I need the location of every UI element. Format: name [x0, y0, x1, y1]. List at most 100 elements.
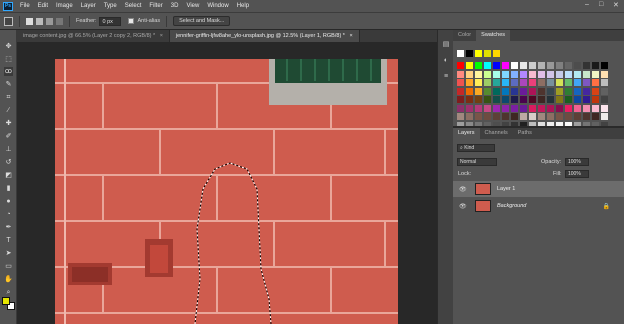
swatch[interactable] [493, 96, 500, 103]
tab-channels[interactable]: Channels [480, 128, 513, 139]
swatch[interactable] [556, 113, 563, 120]
swatch[interactable] [529, 62, 536, 69]
swatch[interactable] [475, 50, 482, 57]
swatch[interactable] [601, 104, 608, 112]
swatch[interactable] [538, 87, 545, 95]
swatch[interactable] [520, 104, 527, 112]
swatch[interactable] [574, 96, 581, 103]
antialias-checkbox[interactable] [128, 18, 135, 24]
swatch[interactable] [457, 104, 464, 112]
swatch[interactable] [583, 79, 590, 86]
swatch[interactable] [565, 96, 572, 103]
swatch[interactable] [484, 79, 491, 86]
swatch[interactable] [511, 113, 518, 120]
swatch[interactable] [475, 79, 482, 86]
swatch[interactable] [547, 96, 554, 103]
swatch[interactable] [556, 104, 563, 112]
swatch[interactable] [574, 70, 581, 78]
swatch[interactable] [475, 87, 482, 95]
swatch[interactable] [493, 113, 500, 120]
swatch[interactable] [475, 96, 482, 103]
swatch[interactable] [457, 50, 464, 57]
swatch[interactable] [592, 113, 599, 120]
swatch[interactable] [592, 70, 599, 78]
swatch[interactable] [502, 113, 509, 120]
swatch[interactable] [502, 96, 509, 103]
swatch[interactable] [475, 113, 482, 120]
swatch[interactable] [457, 79, 464, 86]
feather-input[interactable]: 0 px [99, 16, 122, 26]
menu-3d[interactable]: 3D [167, 3, 183, 9]
swatch[interactable] [556, 62, 563, 69]
swatch[interactable] [511, 96, 518, 103]
swatch[interactable] [493, 50, 500, 57]
swatch[interactable] [538, 70, 545, 78]
swatch[interactable] [538, 79, 545, 86]
swatch[interactable] [484, 104, 491, 112]
swatch[interactable] [484, 87, 491, 95]
swatch[interactable] [565, 79, 572, 86]
swatch[interactable] [520, 79, 527, 86]
layer-filter-kind[interactable]: ⌕ Kind [457, 144, 495, 152]
subtract-from-selection-icon[interactable] [46, 17, 53, 25]
shape-tool-icon[interactable]: ▭ [4, 262, 13, 271]
menu-file[interactable]: File [16, 3, 34, 9]
swatch[interactable] [592, 96, 599, 103]
menu-window[interactable]: Window [203, 3, 232, 9]
layer-row[interactable]: 👁 Background 🔒 [453, 198, 624, 214]
swatch[interactable] [520, 87, 527, 95]
swatch[interactable] [511, 79, 518, 86]
swatch[interactable] [574, 87, 581, 95]
history-brush-tool-icon[interactable]: ↺ [4, 158, 13, 167]
clone-stamp-tool-icon[interactable]: ⊥ [4, 145, 13, 154]
swatch[interactable] [601, 87, 608, 95]
swatch[interactable] [565, 70, 572, 78]
hand-tool-icon[interactable]: ✋ [4, 275, 13, 284]
properties-panel-icon[interactable]: ≡ [441, 72, 451, 82]
swatch[interactable] [583, 104, 590, 112]
swatch[interactable] [538, 104, 545, 112]
swatch[interactable] [484, 70, 491, 78]
swatch[interactable] [574, 79, 581, 86]
swatch[interactable] [466, 113, 473, 120]
swatch[interactable] [520, 70, 527, 78]
swatch[interactable] [493, 79, 500, 86]
swatch[interactable] [583, 113, 590, 120]
swatch[interactable] [547, 79, 554, 86]
swatch[interactable] [493, 62, 500, 69]
swatch[interactable] [592, 62, 599, 69]
blur-tool-icon[interactable]: ● [4, 197, 13, 206]
zoom-tool-icon[interactable]: ⌕ [4, 288, 13, 297]
swatch[interactable] [493, 104, 500, 112]
pen-tool-icon[interactable]: ✒ [4, 223, 13, 232]
history-panel-icon[interactable]: ▤ [441, 40, 451, 50]
swatch[interactable] [529, 70, 536, 78]
eraser-tool-icon[interactable]: ◩ [4, 171, 13, 180]
healing-brush-tool-icon[interactable]: ✚ [4, 119, 13, 128]
swatch[interactable] [484, 50, 491, 57]
tab-swatches[interactable]: Swatches [476, 30, 511, 41]
swatch[interactable] [574, 113, 581, 120]
swatch[interactable] [547, 87, 554, 95]
adjustments-panel-icon[interactable]: ◐ [441, 56, 451, 66]
swatch[interactable] [466, 96, 473, 103]
opacity-input[interactable]: 100% [565, 158, 589, 166]
swatch[interactable] [484, 96, 491, 103]
swatch[interactable] [502, 79, 509, 86]
swatch[interactable] [511, 104, 518, 112]
type-tool-icon[interactable]: T [4, 236, 13, 245]
swatch[interactable] [556, 87, 563, 95]
menu-type[interactable]: Type [100, 3, 121, 9]
swatch[interactable] [484, 113, 491, 120]
minimize-button[interactable]: – [585, 1, 589, 8]
swatch[interactable] [457, 62, 464, 69]
swatch[interactable] [457, 96, 464, 103]
tab-paths[interactable]: Paths [513, 128, 537, 139]
swatch[interactable] [457, 87, 464, 95]
swatch[interactable] [466, 50, 473, 57]
swatch[interactable] [529, 96, 536, 103]
swatch[interactable] [565, 113, 572, 120]
swatch[interactable] [556, 79, 563, 86]
swatch[interactable] [529, 87, 536, 95]
swatch[interactable] [466, 87, 473, 95]
